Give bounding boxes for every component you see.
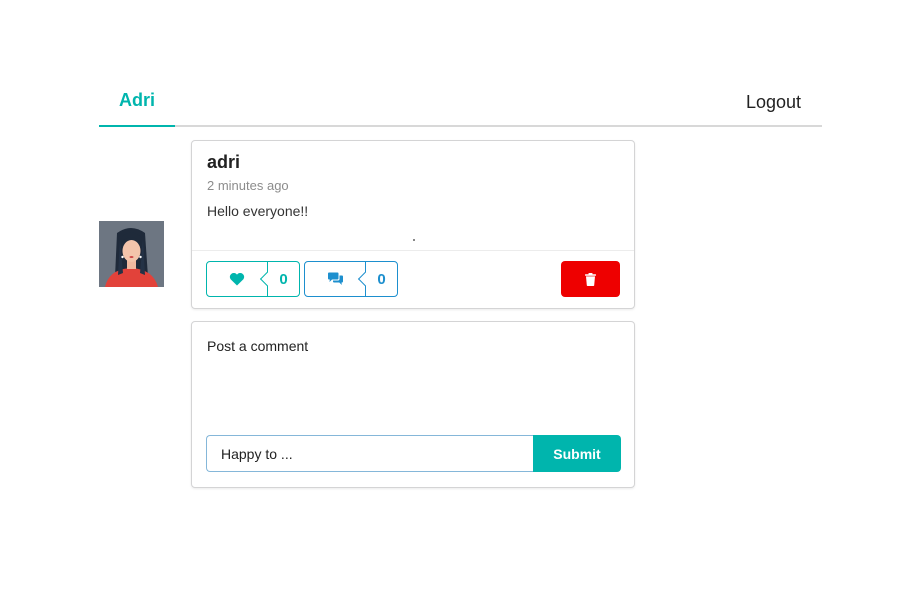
comment-input[interactable] (206, 435, 533, 472)
comment-card: Post a comment Submit (191, 321, 635, 488)
post-author[interactable]: adri (207, 152, 240, 173)
like-icon-area (207, 262, 267, 296)
comment-button[interactable]: 0 (304, 261, 398, 297)
page: Adri Logout adri 2 minutes ago Hello eve… (0, 0, 918, 593)
avatar (99, 221, 164, 287)
comment-count: 0 (365, 262, 397, 296)
submit-button[interactable]: Submit (533, 435, 621, 472)
tab-adri[interactable]: Adri (99, 80, 175, 127)
logout-link[interactable]: Logout (746, 80, 801, 129)
card-divider (192, 250, 634, 251)
top-nav: Adri Logout (99, 80, 822, 127)
trash-icon (585, 272, 596, 286)
comment-heading: Post a comment (207, 338, 309, 354)
post-card: adri 2 minutes ago Hello everyone!! 0 0 (191, 140, 635, 309)
post-timestamp: 2 minutes ago (207, 178, 289, 193)
comments-icon (327, 272, 343, 285)
delete-button[interactable] (561, 261, 620, 297)
like-count: 0 (267, 262, 299, 296)
like-button[interactable]: 0 (206, 261, 300, 297)
post-text: Hello everyone!! (207, 203, 309, 219)
divider-dot (413, 239, 415, 241)
heart-icon (229, 272, 245, 286)
comment-icon-area (305, 262, 365, 296)
avatar-illustration (99, 221, 164, 287)
